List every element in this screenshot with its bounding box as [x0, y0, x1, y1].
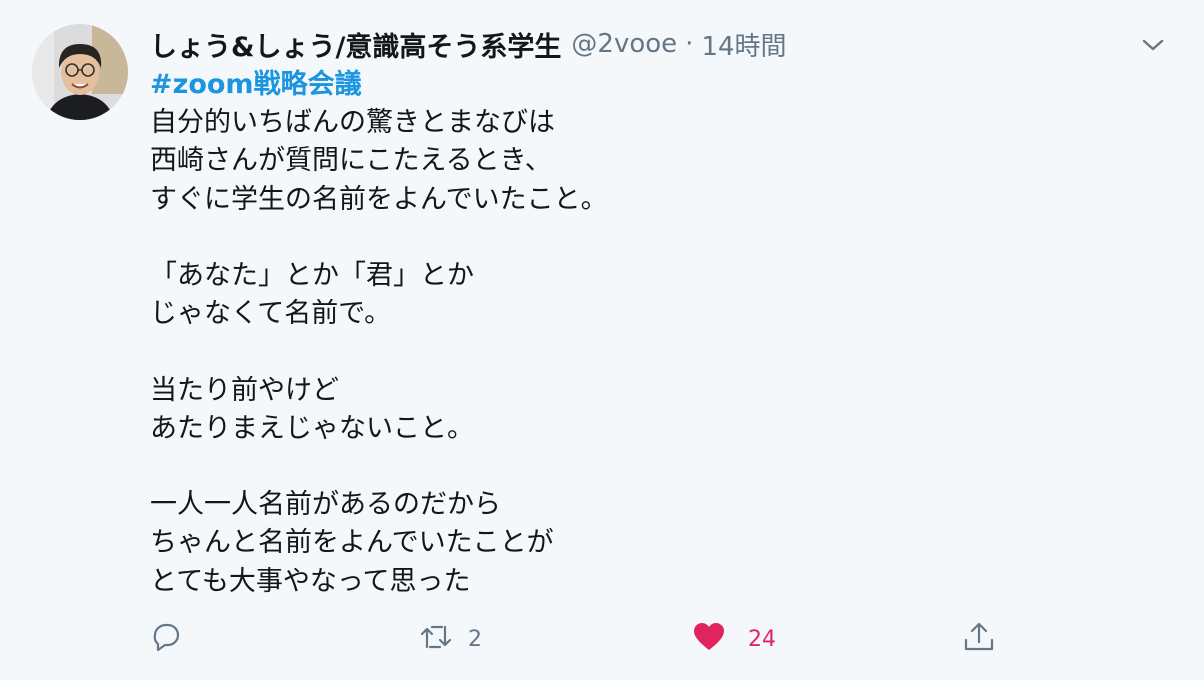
chevron-down-icon[interactable] [1140, 32, 1166, 58]
tweet-line [150, 333, 1150, 371]
avatar[interactable] [32, 24, 128, 120]
tweet-line: じゃなくて名前で。 [150, 298, 392, 330]
tweet-line: ちゃんと名前をよんでいたことが [150, 527, 554, 559]
author-name[interactable]: しょう&しょう/意識高そう系学生 [150, 25, 561, 64]
retweet-icon [418, 621, 454, 657]
heart-icon [692, 621, 726, 657]
like-button[interactable]: 24 [692, 622, 776, 656]
tweet-line [150, 219, 1150, 257]
reply-button[interactable] [150, 622, 200, 656]
share-icon [962, 620, 996, 658]
timestamp[interactable]: 14時間 [701, 26, 786, 63]
tweet-line: すぐに学生の名前をよんでいたこと。 [150, 183, 608, 215]
hashtag-link[interactable]: #zoom戦略会議 [150, 66, 1150, 104]
tweet-actions: 2 24 [0, 614, 1204, 664]
like-count: 24 [748, 626, 776, 652]
separator-dot: · [685, 29, 694, 59]
share-button[interactable] [962, 622, 996, 656]
tweet-line [150, 448, 1150, 486]
retweet-count: 2 [468, 626, 482, 652]
tweet-line: 当たり前やけど [150, 374, 339, 406]
tweet-header: しょう&しょう/意識高そう系学生 @2vooe · 14時間 [150, 22, 787, 66]
author-handle[interactable]: @2vooe [571, 29, 677, 59]
tweet-text: #zoom戦略会議 自分的いちばんの驚きとまなびは 西崎さんが質問にこたえるとき… [150, 66, 1150, 601]
reply-icon [150, 621, 182, 657]
tweet-line: 西崎さんが質問にこたえるとき、 [150, 145, 552, 177]
tweet-line: 一人一人名前があるのだから [150, 489, 501, 521]
retweet-button[interactable]: 2 [418, 622, 482, 656]
tweet-line: 自分的いちばんの驚きとまなびは [150, 107, 555, 139]
tweet-card[interactable]: しょう&しょう/意識高そう系学生 @2vooe · 14時間 #zoom戦略会議… [0, 0, 1204, 680]
tweet-line: 「あなた」とか「君」とか [150, 260, 474, 291]
tweet-line: あたりまえじゃないこと。 [150, 412, 474, 444]
tweet-line: とても大事やなって思った [150, 565, 471, 597]
